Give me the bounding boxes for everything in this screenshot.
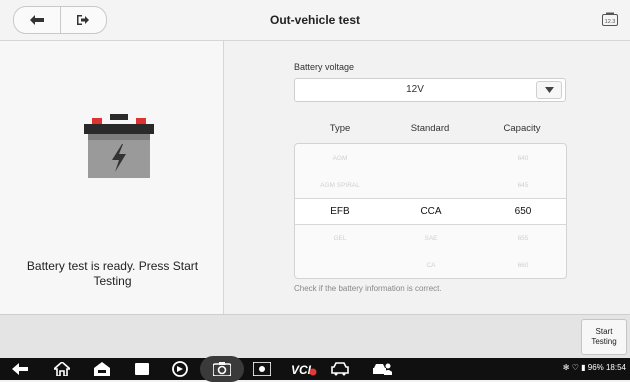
- battery-voltage-value: 12V: [406, 84, 424, 95]
- svg-text:VCI: VCI: [291, 363, 312, 376]
- triangle-down-icon: [544, 87, 554, 93]
- picker-standard: [391, 172, 471, 199]
- recents-icon[interactable]: [132, 360, 152, 378]
- camera-icon[interactable]: [212, 360, 232, 378]
- hint-text: Check if the battery information is corr…: [294, 284, 442, 293]
- top-bar: Out-vehicle test 12.3: [0, 0, 630, 41]
- picker-capacity: 650: [514, 206, 532, 217]
- screen-capture-icon[interactable]: [252, 360, 272, 378]
- start-testing-button[interactable]: Start Testing: [581, 319, 627, 355]
- battery-illustration: [84, 114, 154, 185]
- bottom-action-bar: Start Testing: [0, 314, 630, 359]
- picker-standard: CA: [426, 262, 436, 269]
- picker-row[interactable]: GEL SAE 655: [295, 225, 566, 252]
- picker-type: GEL: [333, 235, 347, 242]
- dropdown-button[interactable]: [536, 81, 562, 99]
- system-bar: VCI ✻ ♡ ▮ 96% 18:54: [0, 356, 630, 382]
- picker-standard: SAE: [424, 235, 438, 242]
- picker-capacity: 640: [517, 155, 529, 162]
- column-header-type: Type: [329, 123, 351, 134]
- status-indicators: ✻ ♡ ▮ 96% 18:54: [562, 363, 626, 372]
- car-user-icon[interactable]: [372, 360, 392, 378]
- picker-standard: [391, 145, 471, 172]
- battery-spec-picker[interactable]: AGM 640 AGM SPIRAL 645 EFB CCA 650 GEL S…: [294, 143, 567, 279]
- picker-capacity: 645: [517, 182, 529, 189]
- picker-row[interactable]: AGM SPIRAL 645: [295, 172, 566, 199]
- battery-icon: [84, 114, 154, 178]
- picker-type: [300, 252, 380, 278]
- right-panel: Battery voltage 12V Type Standard Capaci…: [224, 41, 630, 314]
- column-header-capacity: Capacity: [503, 123, 541, 134]
- report-badge-button[interactable]: 12.3: [602, 12, 618, 31]
- battery-voltage-label: Battery voltage: [294, 62, 355, 72]
- report-badge-icon: 12.3: [602, 12, 618, 26]
- picker-capacity: 655: [517, 235, 529, 242]
- picker-capacity: 660: [517, 262, 529, 269]
- status-message: Battery test is ready. Press Start Testi…: [26, 259, 199, 288]
- picker-row-selected[interactable]: EFB CCA 650: [295, 198, 566, 225]
- picker-type: AGM SPIRAL: [320, 182, 360, 189]
- vci-icon[interactable]: VCI: [290, 360, 318, 378]
- battery-voltage-select[interactable]: 12V: [294, 78, 566, 102]
- picker-row[interactable]: AGM 640: [295, 145, 566, 172]
- page-title: Out-vehicle test: [269, 13, 361, 27]
- car-icon[interactable]: [330, 360, 350, 378]
- picker-type: EFB: [330, 206, 350, 217]
- column-header-standard: Standard: [410, 123, 450, 134]
- home-icon[interactable]: [52, 360, 72, 378]
- picker-row[interactable]: CA 660: [295, 252, 566, 278]
- report-badge-text: 12.3: [605, 19, 616, 25]
- left-panel: Battery test is ready. Press Start Testi…: [0, 41, 224, 314]
- browser-icon[interactable]: [170, 360, 190, 378]
- back-icon[interactable]: [10, 360, 30, 378]
- vci-home-icon[interactable]: [92, 360, 112, 378]
- picker-standard: CCA: [420, 206, 442, 217]
- picker-type: AGM: [332, 155, 348, 162]
